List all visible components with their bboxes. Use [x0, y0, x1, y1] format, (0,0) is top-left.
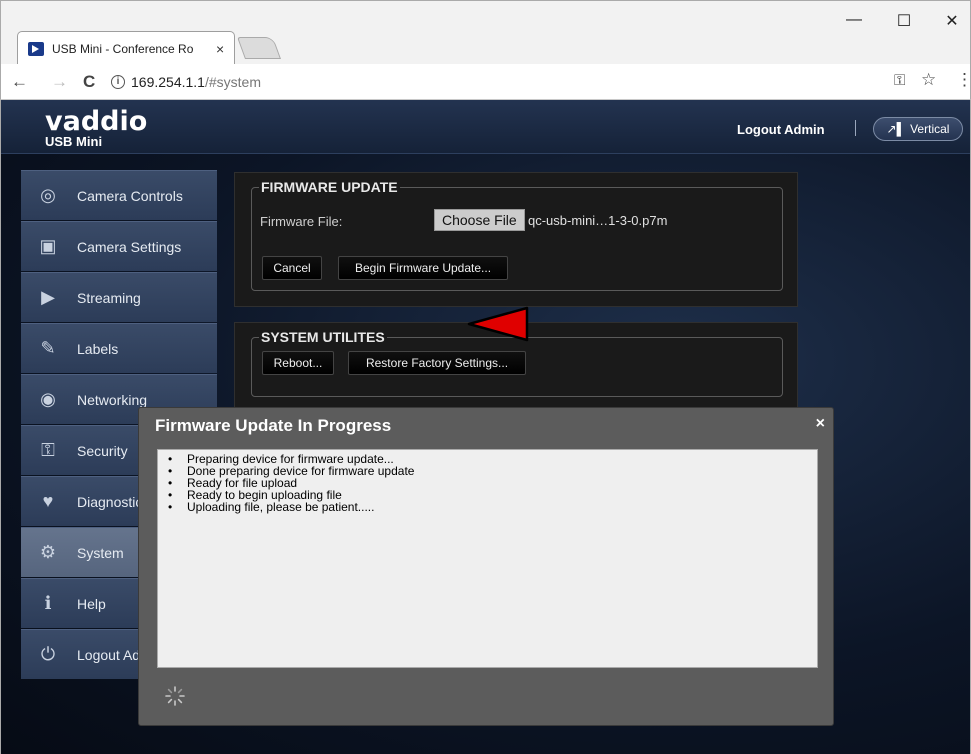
restore-factory-settings-button[interactable]: Restore Factory Settings...: [348, 351, 526, 375]
minimize-icon[interactable]: —: [839, 11, 869, 29]
labels-icon: ✎: [40, 338, 56, 358]
loading-spinner-icon: [165, 686, 185, 706]
header-divider: [855, 120, 856, 136]
sidebar-item-camera-settings[interactable]: ▣ Camera Settings: [21, 221, 217, 271]
maximize-icon[interactable]: ☐: [889, 11, 919, 31]
system-gear-icon: ⚙: [39, 542, 57, 562]
close-window-icon[interactable]: ✕: [937, 11, 967, 31]
camera-controls-icon: ◎: [40, 185, 56, 205]
sidebar-item-streaming[interactable]: ▶ Streaming: [21, 272, 217, 322]
tab-close-icon[interactable]: ×: [216, 41, 224, 57]
forward-icon[interactable]: →: [51, 72, 68, 92]
firmware-legend: FIRMWARE UPDATE: [259, 179, 400, 195]
logout-icon: ⏻: [40, 644, 56, 664]
vertical-layout-icon: ↗▌: [886, 122, 906, 136]
log-line: Uploading file, please be patient.....: [168, 501, 817, 513]
sidebar-item-label: Networking: [77, 391, 148, 408]
browser-menu-icon[interactable]: ⋮: [956, 70, 971, 90]
bookmark-star-icon[interactable]: ☆: [921, 70, 936, 90]
cancel-button[interactable]: Cancel: [262, 256, 322, 280]
url-host: 169.254.1.1: [131, 74, 205, 90]
reboot-button[interactable]: Reboot...: [262, 351, 334, 375]
back-icon[interactable]: ←: [11, 72, 28, 92]
url-path: /#system: [204, 74, 261, 90]
firmware-file-label: Firmware File:: [260, 214, 343, 229]
firmware-fieldset: [251, 187, 783, 291]
app-header: vaddio USB Mini Logout Admin ↗▌ Vertical: [1, 100, 970, 154]
product-name: USB Mini: [45, 134, 103, 149]
vaddio-favicon-icon: [28, 41, 44, 56]
choose-file-button[interactable]: Choose File: [434, 209, 525, 231]
browser-toolbar: ← → C i 169.254.1.1/#system ⚿ ☆ ⋮: [0, 64, 971, 100]
new-tab-button[interactable]: [236, 37, 282, 59]
streaming-icon: ▶: [41, 287, 55, 307]
dialog-title: Firmware Update In Progress: [155, 416, 392, 435]
help-icon: ℹ: [44, 593, 52, 613]
utilities-legend: SYSTEM UTILITES: [259, 329, 387, 345]
sidebar-item-labels[interactable]: ✎ Labels: [21, 323, 217, 373]
browser-titlebar: USB Mini - Conference Ro × — ☐ ✕: [0, 0, 971, 65]
logout-admin-link[interactable]: Logout Admin: [737, 122, 825, 137]
sidebar-item-label: Camera Controls: [77, 187, 183, 204]
camera-settings-icon: ▣: [39, 236, 57, 256]
dialog-close-icon[interactable]: ×: [816, 415, 825, 433]
page-content: vaddio USB Mini Logout Admin ↗▌ Vertical…: [0, 100, 971, 754]
sidebar-item-label: Help: [77, 595, 106, 612]
sidebar-item-label: Security: [77, 442, 128, 459]
begin-firmware-update-button[interactable]: Begin Firmware Update...: [338, 256, 508, 280]
diagnostics-icon: ♥: [42, 491, 54, 511]
password-key-icon[interactable]: ⚿: [894, 72, 905, 89]
url-bar[interactable]: i 169.254.1.1/#system: [111, 70, 941, 94]
sidebar-item-camera-controls[interactable]: ◎ Camera Controls: [21, 170, 217, 220]
networking-icon: ◉: [40, 389, 56, 409]
sidebar-item-label: Camera Settings: [77, 238, 182, 255]
annotation-arrow-icon: [467, 306, 529, 342]
tab-title: USB Mini - Conference Ro: [52, 41, 194, 56]
vertical-layout-button[interactable]: ↗▌ Vertical: [873, 117, 963, 141]
firmware-update-panel: FIRMWARE UPDATE Firmware File: Choose Fi…: [234, 172, 798, 307]
vaddio-logo: vaddio: [45, 106, 148, 137]
vertical-layout-label: Vertical: [910, 122, 950, 136]
selected-file-name: qc-usb-mini…1-3-0.p7m: [528, 213, 668, 228]
sidebar-item-label: System: [77, 544, 124, 561]
site-info-icon[interactable]: i: [111, 75, 125, 89]
sidebar-item-label: Streaming: [77, 289, 141, 306]
firmware-progress-dialog: Firmware Update In Progress × Preparing …: [138, 407, 834, 726]
reload-icon[interactable]: C: [83, 72, 95, 92]
security-icon: ⚿: [41, 440, 55, 460]
browser-tab[interactable]: USB Mini - Conference Ro ×: [17, 31, 235, 65]
progress-log: Preparing device for firmware update... …: [157, 449, 818, 668]
sidebar-item-label: Labels: [77, 340, 119, 357]
